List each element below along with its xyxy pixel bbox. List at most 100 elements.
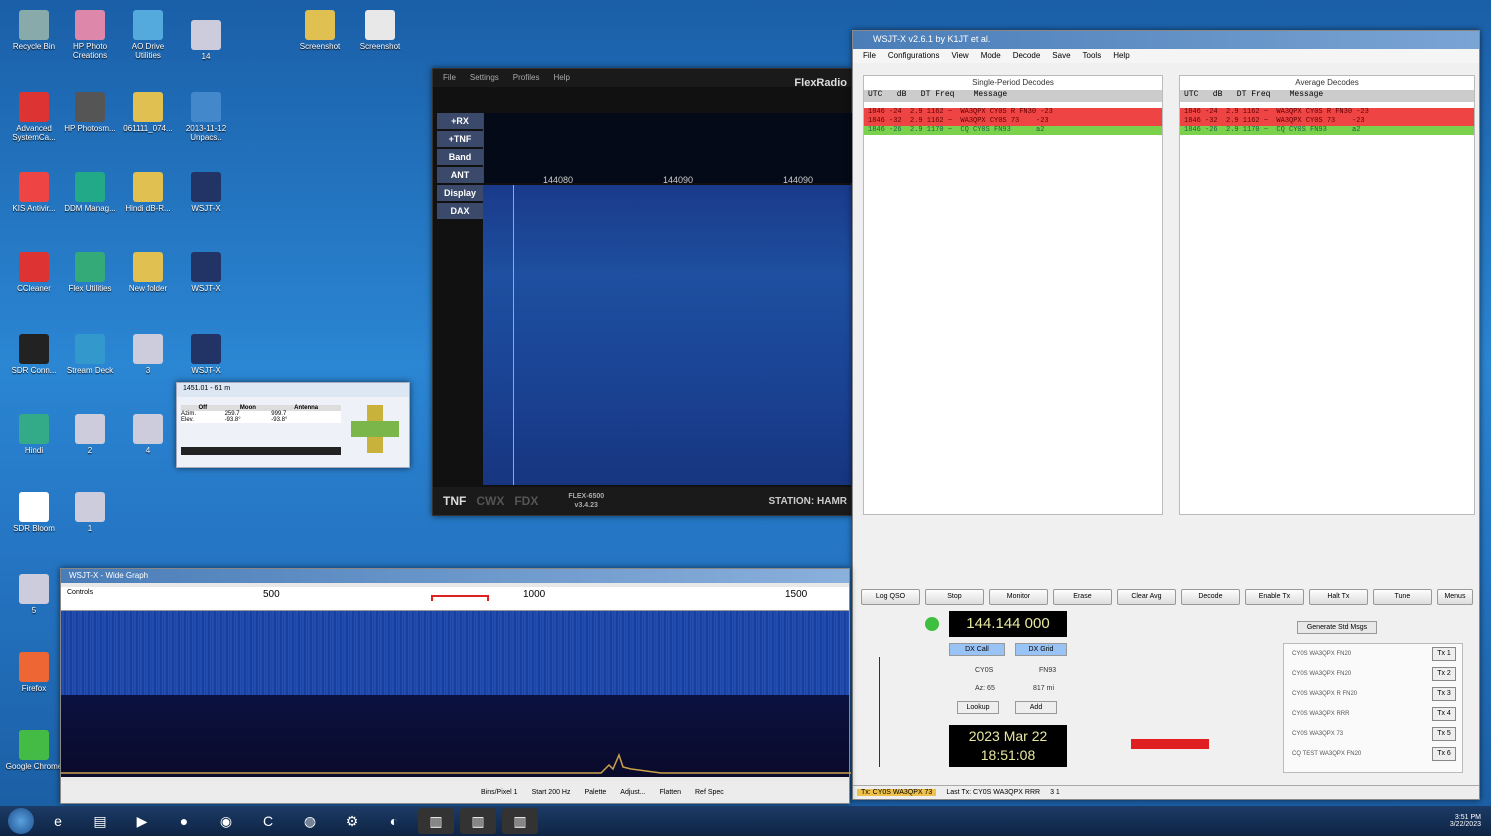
start-button[interactable] [8,808,34,834]
desktop-icon[interactable]: HP Photosm... [60,92,120,133]
app-icon[interactable]: ⚙ [334,808,370,834]
menu-file[interactable]: File [443,73,456,83]
app-icon[interactable]: ▥ [418,808,454,834]
wide-graph-window[interactable]: WSJT-X - Wide Graph Controls 500 1000 15… [60,568,851,804]
decode-row[interactable]: 1846 -26 2.9 1170 ~ CQ CY0S FN93 a2 [1180,126,1474,135]
desktop-icon[interactable]: DDM Manag... [60,172,120,213]
desktop-icon[interactable]: Firefox [4,652,64,693]
desktop-icon[interactable]: Google Chrome [4,730,64,771]
media-player-icon[interactable]: ▶ [124,808,160,834]
desktop-icon[interactable]: 2 [60,414,120,455]
tx-message[interactable]: CY0S WA3QPX RRR [1292,711,1402,717]
dax-button[interactable]: DAX [437,203,483,219]
desktop-icon[interactable]: SDR Bloom [4,492,64,533]
flex-waterfall[interactable] [483,185,853,485]
tracking-window[interactable]: 1451.01 - 61 m Off Moon Antenna Azim. 25… [176,382,410,468]
desktop-icon[interactable]: 061111_074... [118,92,178,133]
dx-call-value[interactable]: CY0S [975,667,993,674]
desktop-icon[interactable]: 3 [118,334,178,375]
single-period-decodes[interactable]: Single-Period Decodes UTC dB DT Freq Mes… [863,75,1163,515]
tx4-button[interactable]: Tx 4 [1432,707,1456,721]
desktop-icon[interactable]: Screenshot [290,10,350,51]
desktop-icon[interactable]: 14 [176,20,236,61]
desktop-icon[interactable]: SDR Conn... [4,334,64,375]
flexradio-window[interactable]: File Settings Profiles Help FlexRadio +R… [432,68,853,516]
fdx-label[interactable]: FDX [514,494,538,508]
tx2-button[interactable]: Tx 2 [1432,667,1456,681]
desktop-icon[interactable]: New folder [118,252,178,293]
desktop-icon[interactable]: CCleaner [4,252,64,293]
menu-save[interactable]: Save [1052,51,1070,61]
menu-file[interactable]: File [863,51,876,61]
tx6-button[interactable]: Tx 6 [1432,747,1456,761]
desktop-icon[interactable]: HP Photo Creations [60,10,120,60]
direction-pad[interactable] [351,405,399,453]
desktop-icon[interactable]: Flex Utilities [60,252,120,293]
halt-tx-button[interactable]: Halt Tx [1308,589,1368,605]
tx-message[interactable]: CY0S WA3QPX 73 [1292,731,1402,737]
menu-configurations[interactable]: Configurations [888,51,940,61]
desktop-icon[interactable]: 1 [60,492,120,533]
ant-button[interactable]: ANT [437,167,483,183]
tx-message[interactable]: CY0S WA3QPX FN20 [1292,671,1402,677]
menu-decode[interactable]: Decode [1013,51,1041,61]
bins-per-pixel[interactable]: Bins/Pixel 1 [481,789,518,796]
decode-row[interactable]: 1846 -32 2.9 1162 ~ WA3QPX CY0S 73 -23 [864,117,1162,126]
desktop-icon[interactable]: Advanced SystemCa... [4,92,64,142]
decode-button[interactable]: Decode [1180,589,1240,605]
app-icon[interactable]: ◍ [292,808,328,834]
desktop-icon[interactable]: WSJT-X [176,252,236,293]
menu-profiles[interactable]: Profiles [513,73,540,83]
cwx-label[interactable]: CWX [476,494,504,508]
desktop-icon[interactable]: WSJT-X [176,334,236,375]
app-icon[interactable]: ◐ [376,808,412,834]
rx-frequency-marker[interactable] [431,595,489,601]
desktop-icon[interactable]: 5 [4,574,64,615]
monitor-button[interactable]: Monitor [988,589,1048,605]
wide-graph-waterfall[interactable] [61,611,849,695]
add-button[interactable]: Add [1015,701,1057,714]
panadapter[interactable] [483,113,853,183]
desktop-icon[interactable]: Hindi dB-R... [118,172,178,213]
tx5-button[interactable]: Tx 5 [1432,727,1456,741]
desktop-icon[interactable]: 4 [118,414,178,455]
menu-settings[interactable]: Settings [470,73,499,83]
lookup-button[interactable]: Lookup [957,701,999,714]
frequency-display[interactable]: 144.144 000 [949,611,1067,637]
dx-grid-value[interactable]: FN93 [1039,667,1056,674]
flatten-checkbox[interactable]: Flatten [660,789,681,796]
explorer-icon[interactable]: ▤ [82,808,118,834]
average-decodes[interactable]: Average Decodes UTC dB DT Freq Message 1… [1179,75,1475,515]
desktop-icon[interactable]: Screenshot [350,10,410,51]
menu-mode[interactable]: Mode [981,51,1001,61]
controls-checkbox[interactable]: Controls [67,589,93,596]
desktop-icon[interactable]: 2013-11-12 Unpacs.. [176,92,236,142]
app-icon[interactable]: ▥ [502,808,538,834]
desktop-icon[interactable]: Hindi [4,414,64,455]
desktop-icon[interactable]: Recycle Bin [4,10,64,51]
tx-message[interactable]: CY0S WA3QPX R FN20 [1292,691,1402,697]
tx3-button[interactable]: Tx 3 [1432,687,1456,701]
display-button[interactable]: Display [437,185,483,201]
stop-button[interactable]: Stop [924,589,984,605]
erase-button[interactable]: Erase [1052,589,1112,605]
tnf-label[interactable]: TNF [443,494,466,508]
menu-tools[interactable]: Tools [1083,51,1102,61]
menu-view[interactable]: View [951,51,968,61]
decode-row[interactable]: 1846 -32 2.9 1162 ~ WA3QPX CY0S 73 -23 [1180,117,1474,126]
log-qso-button[interactable]: Log QSO [861,589,920,605]
band-button[interactable]: Band [437,149,483,165]
add-rx-button[interactable]: +RX [437,113,483,129]
add-tnf-button[interactable]: +TNF [437,131,483,147]
decode-row[interactable]: 1846 -24 2.9 1162 ~ WA3QPX CY0S R FN30 -… [864,108,1162,117]
desktop-icon[interactable]: Stream Deck [60,334,120,375]
tx-message[interactable]: CY0S WA3QPX FN20 [1292,651,1402,657]
wsjtx-window[interactable]: WSJT-X v2.6.1 by K1JT et al. File Config… [852,30,1480,800]
tune-button[interactable]: Tune [1372,589,1432,605]
menu-help[interactable]: Help [553,73,569,83]
tx-message[interactable]: CQ TEST WA3QPX FN20 [1292,751,1402,757]
menu-help[interactable]: Help [1113,51,1129,61]
generate-std-msgs-button[interactable]: Generate Std Msgs [1297,621,1377,634]
ref-spec-checkbox[interactable]: Ref Spec [695,789,724,796]
app-icon[interactable]: ▥ [460,808,496,834]
